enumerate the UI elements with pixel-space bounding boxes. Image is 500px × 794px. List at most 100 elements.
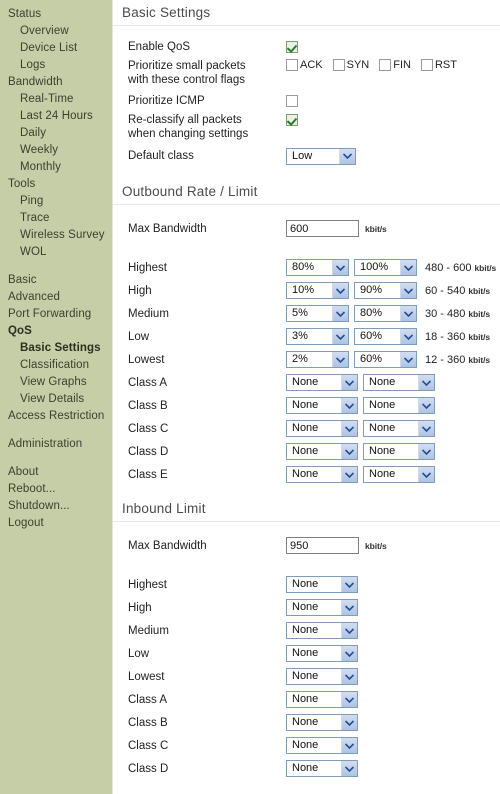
select-default-class[interactable]: Low <box>286 147 356 165</box>
sidebar-separator <box>0 261 112 272</box>
outbound-range-value: 60 - 540 <box>425 284 466 297</box>
chevron-down-icon <box>332 283 348 298</box>
inbound-spacer <box>113 559 500 573</box>
sidebar-item-monthly[interactable]: Monthly <box>0 159 112 176</box>
sidebar-item-administration[interactable]: Administration <box>0 436 112 453</box>
inbound-class-rows: Highest None High None Medium None Low None Lowe… <box>113 573 500 780</box>
sidebar-item-about[interactable]: About <box>0 464 112 481</box>
checkbox-flag-syn[interactable] <box>332 59 345 71</box>
table-row: Highest 80% 100% 480 - 600 kbit/s <box>113 256 500 279</box>
inbound-row-label: Class D <box>128 762 169 775</box>
sidebar-item-view-details[interactable]: View Details <box>0 391 112 408</box>
sidebar-item-weekly[interactable]: Weekly <box>0 142 112 159</box>
sidebar-item-device-list[interactable]: Device List <box>0 40 112 57</box>
select-outbound-rate[interactable]: 10% <box>286 282 349 299</box>
select-outbound-limit[interactable]: None <box>363 420 435 437</box>
sidebar-item-reboot[interactable]: Reboot... <box>0 481 112 498</box>
sidebar-item-status[interactable]: Status <box>0 6 112 23</box>
label-prioritize-small-packets-line2: with these control flags <box>128 74 245 86</box>
sidebar-item-basic-settings[interactable]: Basic Settings <box>0 340 112 357</box>
select-inbound-limit[interactable]: None <box>286 714 358 731</box>
select-inbound-limit[interactable]: None <box>286 622 358 639</box>
input-outbound-max-bandwidth[interactable] <box>286 220 359 237</box>
chevron-down-icon <box>418 421 434 436</box>
sidebar-item-logout[interactable]: Logout <box>0 515 112 532</box>
select-outbound-rate[interactable]: None <box>286 374 358 391</box>
select-outbound-limit[interactable]: 100% <box>354 259 417 276</box>
sidebar-item-last-24-hours[interactable]: Last 24 Hours <box>0 108 112 125</box>
sidebar-item-label: Tools <box>8 178 36 190</box>
input-inbound-max-bandwidth[interactable] <box>286 537 359 554</box>
label-prioritize-small-packets: Prioritize small packets with these cont… <box>128 59 286 87</box>
select-outbound-limit[interactable]: 60% <box>354 328 417 345</box>
checkbox-prioritize-icmp[interactable] <box>286 94 298 107</box>
sidebar-item-access-restriction[interactable]: Access Restriction <box>0 408 112 425</box>
sidebar-item-basic[interactable]: Basic <box>0 272 112 289</box>
select-outbound-rate-value: None <box>292 445 319 457</box>
select-outbound-rate[interactable]: 2% <box>286 351 349 368</box>
chevron-down-icon <box>332 352 348 367</box>
select-outbound-rate[interactable]: 80% <box>286 259 349 276</box>
sidebar-item-real-time[interactable]: Real-Time <box>0 91 112 108</box>
select-inbound-limit[interactable]: None <box>286 599 358 616</box>
sidebar-item-overview[interactable]: Overview <box>0 23 112 40</box>
table-row: Low None <box>113 642 500 665</box>
sidebar-item-ping[interactable]: Ping <box>0 193 112 210</box>
sidebar-item-qos[interactable]: QoS <box>0 323 112 340</box>
checkbox-flag-fin[interactable] <box>379 59 392 71</box>
flag-label: RST <box>434 59 457 71</box>
row-reclassify: Re-classify all packets when changing se… <box>113 112 500 143</box>
select-outbound-limit[interactable]: 90% <box>354 282 417 299</box>
select-outbound-limit[interactable]: 80% <box>354 305 417 322</box>
sidebar-item-bandwidth[interactable]: Bandwidth <box>0 74 112 91</box>
select-inbound-limit[interactable]: None <box>286 760 358 777</box>
sidebar-item-label: Ping <box>20 195 44 207</box>
table-row: Class B None None <box>113 394 500 417</box>
select-outbound-limit[interactable]: None <box>363 443 435 460</box>
select-inbound-limit[interactable]: None <box>286 576 358 593</box>
outbound-row-controls: 2% 60% 12 - 360 kbit/s <box>286 351 490 368</box>
flag-syn[interactable]: SYN <box>332 59 369 71</box>
sidebar-item-advanced[interactable]: Advanced <box>0 289 112 306</box>
sidebar-item-logs[interactable]: Logs <box>0 57 112 74</box>
sidebar-item-daily[interactable]: Daily <box>0 125 112 142</box>
select-inbound-limit[interactable]: None <box>286 668 358 685</box>
flag-fin[interactable]: FIN <box>379 59 411 71</box>
select-outbound-limit[interactable]: None <box>363 397 435 414</box>
select-outbound-limit-value: 80% <box>360 307 383 319</box>
select-outbound-limit[interactable]: 60% <box>354 351 417 368</box>
select-outbound-rate[interactable]: None <box>286 420 358 437</box>
select-outbound-rate[interactable]: None <box>286 397 358 414</box>
sidebar-item-port-forwarding[interactable]: Port Forwarding <box>0 306 112 323</box>
flag-rst[interactable]: RST <box>420 59 457 71</box>
select-outbound-rate[interactable]: 3% <box>286 328 349 345</box>
label-default-class: Default class <box>128 150 194 162</box>
checkbox-flag-rst[interactable] <box>420 59 433 71</box>
select-outbound-rate[interactable]: None <box>286 443 358 460</box>
select-outbound-limit[interactable]: None <box>363 466 435 483</box>
flag-ack[interactable]: ACK <box>286 59 323 71</box>
row-outbound-max-bandwidth: Max Bandwidth kbit/s <box>113 215 500 242</box>
sidebar-item-trace[interactable]: Trace <box>0 210 112 227</box>
select-inbound-limit[interactable]: None <box>286 737 358 754</box>
select-outbound-limit[interactable]: None <box>363 374 435 391</box>
select-outbound-rate[interactable]: None <box>286 466 358 483</box>
select-inbound-limit-value: None <box>292 601 319 613</box>
checkbox-reclassify[interactable] <box>286 114 298 126</box>
checkbox-flag-ack[interactable] <box>286 59 298 71</box>
inbound-row-label: Class B <box>128 716 168 729</box>
sidebar-item-wireless-survey[interactable]: Wireless Survey <box>0 227 112 244</box>
sidebar-item-wol[interactable]: WOL <box>0 244 112 261</box>
sidebar-item-view-graphs[interactable]: View Graphs <box>0 374 112 391</box>
select-outbound-rate-value: 5% <box>292 307 308 319</box>
inbound-row-controls: None <box>286 576 358 593</box>
checkbox-enable-qos[interactable] <box>286 40 298 53</box>
table-row: Lowest 2% 60% 12 - 360 kbit/s <box>113 348 500 371</box>
select-outbound-rate[interactable]: 5% <box>286 305 349 322</box>
sidebar-item-tools[interactable]: Tools <box>0 176 112 193</box>
chevron-down-icon <box>341 646 357 661</box>
sidebar-item-shutdown[interactable]: Shutdown... <box>0 498 112 515</box>
select-inbound-limit[interactable]: None <box>286 645 358 662</box>
sidebar-item-classification[interactable]: Classification <box>0 357 112 374</box>
select-inbound-limit[interactable]: None <box>286 691 358 708</box>
